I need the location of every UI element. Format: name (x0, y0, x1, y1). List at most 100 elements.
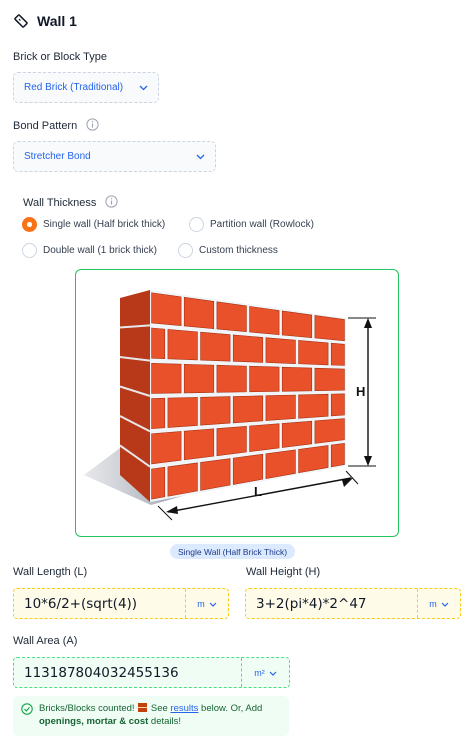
brick (183, 428, 215, 461)
unit-label: m (197, 598, 205, 609)
chevron-down-icon (209, 599, 217, 609)
brick (314, 418, 345, 444)
brick (249, 365, 280, 393)
wall-area-field: 113187804032455136 m² (13, 657, 290, 688)
brick (232, 453, 264, 485)
brick (151, 431, 182, 465)
radio-button[interactable] (178, 243, 193, 258)
wall-length-label: Wall Length (L) (13, 566, 88, 578)
bond-pattern-label: Bond Pattern (13, 120, 78, 132)
unit-label: m (429, 598, 437, 609)
brick (330, 442, 345, 468)
brick-type-select[interactable]: Red Brick (Traditional) (13, 72, 159, 103)
chevron-down-icon (196, 154, 205, 160)
brick (216, 425, 247, 457)
brick (183, 363, 215, 394)
notice-part3: below. Or, Add (201, 703, 263, 714)
notice-bold: openings, mortar & cost (39, 716, 149, 727)
notice-text: Bricks/Blocks counted! See results below… (39, 702, 281, 730)
dim-l-arrow-left (166, 506, 178, 514)
wall-diagram: H L (75, 269, 399, 537)
brick (330, 393, 345, 417)
wall-length-input[interactable]: 10*6/2+(sqrt(4)) (14, 589, 185, 618)
info-icon[interactable] (86, 118, 99, 131)
brick (200, 331, 231, 362)
radio-button[interactable] (22, 243, 37, 258)
brick (216, 364, 247, 393)
thickness-option-label: Partition wall (Rowlock) (210, 219, 314, 230)
thickness-option-double[interactable]: Double wall (1 brick thick) (22, 243, 157, 258)
brick (167, 329, 198, 361)
dim-l-label: L (254, 484, 262, 499)
dim-h-arrow-up (364, 318, 372, 328)
chevron-down-icon (269, 668, 277, 678)
brick (216, 301, 247, 333)
brick (265, 394, 296, 421)
brick (151, 327, 166, 359)
brick (151, 362, 182, 394)
wall-ruler-icon (13, 13, 29, 29)
wall-thickness-label-row: Wall Thickness (23, 195, 119, 209)
radio-button[interactable] (22, 217, 37, 232)
radio-button[interactable] (189, 217, 204, 232)
bond-pattern-value: Stretcher Bond (24, 151, 91, 162)
brick (281, 310, 313, 339)
results-link[interactable]: results (170, 703, 198, 714)
wall-area-label: Wall Area (A) (13, 635, 78, 647)
success-notice: Bricks/Blocks counted! See results below… (13, 696, 289, 736)
thickness-option-custom[interactable]: Custom thickness (178, 243, 278, 258)
brick-type-value: Red Brick (Traditional) (24, 82, 124, 93)
brick (265, 337, 296, 364)
thickness-option-label: Single wall (Half brick thick) (43, 219, 166, 230)
thickness-option-partition[interactable]: Partition wall (Rowlock) (189, 217, 314, 232)
brick (167, 462, 198, 497)
brick (281, 420, 313, 448)
brick-type-label: Brick or Block Type (13, 51, 107, 63)
brick (200, 458, 231, 491)
wall-height-label: Wall Height (H) (246, 566, 321, 578)
brick (330, 342, 345, 366)
wall-height-field: 3+2(pi*4)*2^47 m (245, 588, 461, 619)
wall-length-field: 10*6/2+(sqrt(4)) m (13, 588, 229, 619)
brick (200, 396, 231, 426)
brick (232, 334, 264, 363)
notice-part1: Bricks/Blocks counted! (39, 703, 135, 714)
brick-icon (138, 703, 148, 712)
notice-part2: See (150, 703, 168, 714)
brick (249, 306, 280, 336)
brick (151, 397, 166, 430)
brick (151, 292, 182, 326)
brick (232, 395, 264, 424)
brick (298, 393, 329, 419)
brick (183, 296, 215, 330)
thickness-option-single[interactable]: Single wall (Half brick thick) (22, 217, 165, 232)
info-icon[interactable] (105, 195, 119, 208)
bond-pattern-label-row: Bond Pattern (13, 118, 99, 132)
wall-header: Wall 1 (13, 13, 77, 29)
notice-part4: details! (150, 716, 182, 727)
diagram-caption: Single Wall (Half Brick Thick) (170, 544, 296, 559)
unit-label: m² (254, 667, 265, 678)
thickness-option-label: Custom thickness (199, 245, 278, 256)
wall-title: Wall 1 (37, 13, 77, 29)
wall-height-input[interactable]: 3+2(pi*4)*2^47 (246, 589, 417, 618)
brick (249, 423, 280, 452)
dim-h-label: H (356, 384, 365, 399)
brick (314, 367, 345, 392)
chevron-down-icon (441, 599, 449, 609)
wall-length-unit-select[interactable]: m (185, 589, 228, 618)
bond-pattern-select[interactable]: Stretcher Bond (13, 141, 216, 172)
wall-area-unit-select[interactable]: m² (241, 658, 289, 687)
chevron-down-icon (139, 85, 148, 91)
brick (265, 449, 296, 479)
dim-h-arrow-down (364, 456, 372, 466)
wall-area-input[interactable]: 113187804032455136 (14, 658, 241, 687)
brick (151, 466, 166, 500)
brick (281, 366, 313, 392)
check-circle-icon (21, 703, 33, 715)
wall-height-unit-select[interactable]: m (417, 589, 460, 618)
brick (167, 397, 198, 428)
thickness-option-label: Double wall (1 brick thick) (43, 245, 157, 256)
brick (314, 315, 345, 342)
brick-wall-illustration: H L (84, 290, 376, 521)
